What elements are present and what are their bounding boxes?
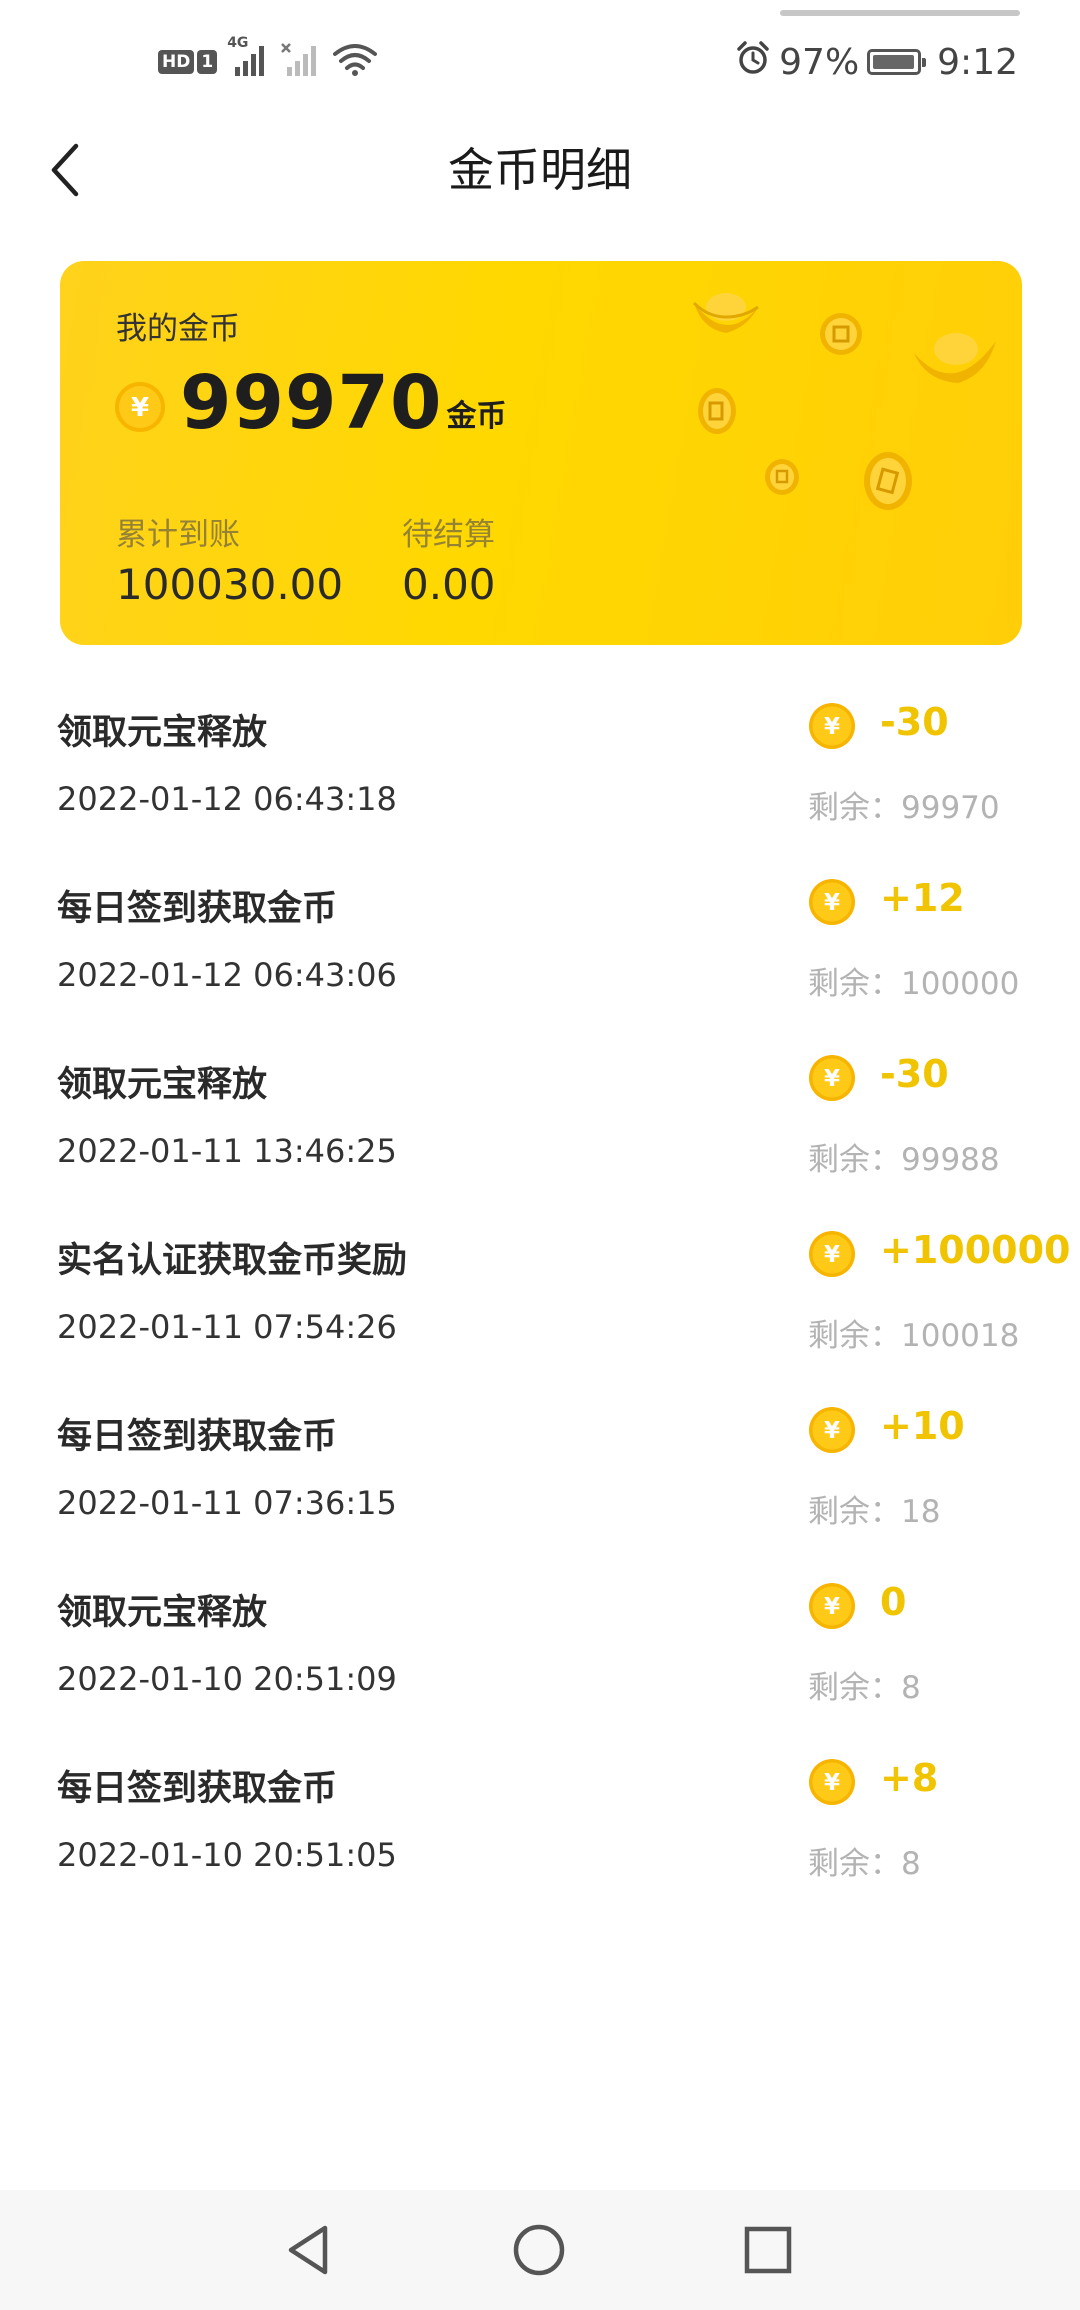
transaction-time: 2022-01-12 06:43:18 [57,780,397,818]
status-bar: HD 1 4G 97% 9:12 [0,0,1080,120]
gold-coin-icon [698,388,736,434]
coin-symbol: ¥ [131,393,149,423]
total-received-value: 100030.00 [116,560,344,609]
transaction-remaining: 剩余：100000 [808,966,1020,1002]
transaction-time: 2022-01-11 07:36:15 [57,1484,397,1522]
yuan-coin-icon: ¥ [809,703,855,749]
square-recents-icon [744,2226,792,2274]
hd-label: HD [158,50,195,74]
yuan-coin-icon: ¥ [809,1583,855,1629]
yuan-coin-icon: ¥ [809,1759,855,1805]
coin-symbol: ¥ [824,1418,840,1444]
transaction-row[interactable]: 每日签到获取金币 2022-01-10 20:51:05 ¥ +8 剩余：8 [0,1724,1080,1900]
transaction-remaining: 剩余：8 [808,1846,921,1882]
yuan-coin-icon: ¥ [809,1407,855,1453]
transaction-title: 实名认证获取金币奖励 [57,1241,408,1281]
gold-ingot-icon [692,293,759,333]
transaction-amount: -30 [880,700,949,744]
hd-icon: HD 1 [158,50,218,74]
transaction-title: 每日签到获取金币 [57,1417,338,1457]
transaction-amount: -30 [880,1052,949,1096]
transaction-amount: +100000 [880,1228,1071,1272]
coin-symbol: ¥ [824,1066,840,1092]
gold-coin-icon [864,452,912,510]
transaction-title: 领取元宝释放 [57,1593,268,1633]
transaction-row[interactable]: 每日签到获取金币 2022-01-11 07:36:15 ¥ +10 剩余：18 [0,1372,1080,1548]
signal-icon: 4G [227,35,269,81]
transaction-title: 领取元宝释放 [57,713,268,753]
coin-symbol: ¥ [824,1242,840,1268]
yuan-coin-icon: ¥ [809,1055,855,1101]
navigation-bar [0,2190,1080,2310]
status-left: HD 1 4G [158,35,378,84]
transaction-time: 2022-01-12 06:43:06 [57,956,397,994]
yuan-coin-icon: ¥ [115,382,165,432]
coin-symbol: ¥ [824,1594,840,1620]
wifi-icon [333,43,378,81]
transaction-row[interactable]: 领取元宝释放 2022-01-10 20:51:09 ¥ 0 剩余：8 [0,1548,1080,1724]
transaction-remaining: 剩余：99988 [808,1142,1000,1178]
title-bar: 金币明细 [0,120,1080,220]
pending-value: 0.00 [402,560,496,609]
coin-balance: 99970 [180,360,443,446]
transaction-remaining: 剩余：18 [808,1494,941,1530]
battery-percent: 97% [779,41,860,83]
transaction-title: 每日签到获取金币 [57,889,338,929]
my-coins-label: 我的金币 [116,311,240,347]
battery-icon [867,49,927,75]
coin-symbol: ¥ [824,890,840,916]
pending-label: 待结算 [402,517,495,553]
pending-stat: 待结算 0.00 [402,509,496,609]
transaction-row[interactable]: 每日签到获取金币 2022-01-12 06:43:06 ¥ +12 剩余：10… [0,844,1080,1020]
transaction-time: 2022-01-10 20:51:05 [57,1836,397,1874]
nav-back-button[interactable] [276,2218,340,2282]
transaction-remaining: 剩余：100018 [808,1318,1020,1354]
total-received-stat: 累计到账 100030.00 [116,509,343,609]
network-label: 4G [227,35,249,51]
transaction-title: 领取元宝释放 [57,1065,268,1105]
transaction-remaining: 剩余：8 [808,1670,921,1706]
gold-coin-icon [765,459,799,495]
total-received-label: 累计到账 [116,517,240,553]
transaction-amount: 0 [880,1580,907,1624]
gesture-indicator [780,10,1020,16]
page-title: 金币明细 [448,143,632,197]
transaction-amount: +10 [880,1404,965,1448]
transaction-row[interactable]: 领取元宝释放 2022-01-11 13:46:25 ¥ -30 剩余：9998… [0,1020,1080,1196]
transaction-row[interactable]: 领取元宝释放 2022-01-12 06:43:18 ¥ -30 剩余：9997… [0,668,1080,844]
transaction-time: 2022-01-11 13:46:25 [57,1132,397,1170]
transaction-amount: +8 [880,1756,939,1800]
transaction-time: 2022-01-10 20:51:09 [57,1660,397,1698]
transaction-remaining: 剩余：99970 [808,790,1000,826]
transaction-time: 2022-01-11 07:54:26 [57,1308,397,1346]
coin-symbol: ¥ [824,1770,840,1796]
triangle-back-icon [288,2225,328,2275]
yuan-coin-icon: ¥ [809,879,855,925]
nav-recents-button[interactable] [736,2218,800,2282]
coin-unit: 金币 [446,399,507,434]
gold-ingot-icon [914,333,996,383]
coin-symbol: ¥ [824,714,840,740]
status-time: 9:12 [937,41,1018,83]
no-signal-icon [281,43,321,81]
transaction-title: 每日签到获取金币 [57,1769,338,1809]
transaction-list: 领取元宝释放 2022-01-12 06:43:18 ¥ -30 剩余：9997… [0,668,1080,1900]
alarm-icon [735,40,771,85]
status-right: 97% 9:12 [735,38,1018,86]
coin-summary-card: 我的金币 ¥ 99970 金币 累计到账 100030.00 待结算 0.00 [60,261,1022,645]
transaction-amount: +12 [880,876,965,920]
sim-label: 1 [197,50,218,74]
nav-home-button[interactable] [507,2218,571,2282]
transaction-row[interactable]: 实名认证获取金币奖励 2022-01-11 07:54:26 ¥ +100000… [0,1196,1080,1372]
balance-row: ¥ 99970 金币 [114,361,506,445]
circle-home-icon [513,2224,565,2276]
gold-coin-icon [820,313,862,355]
yuan-coin-icon: ¥ [809,1231,855,1277]
battery-fill [873,55,914,69]
